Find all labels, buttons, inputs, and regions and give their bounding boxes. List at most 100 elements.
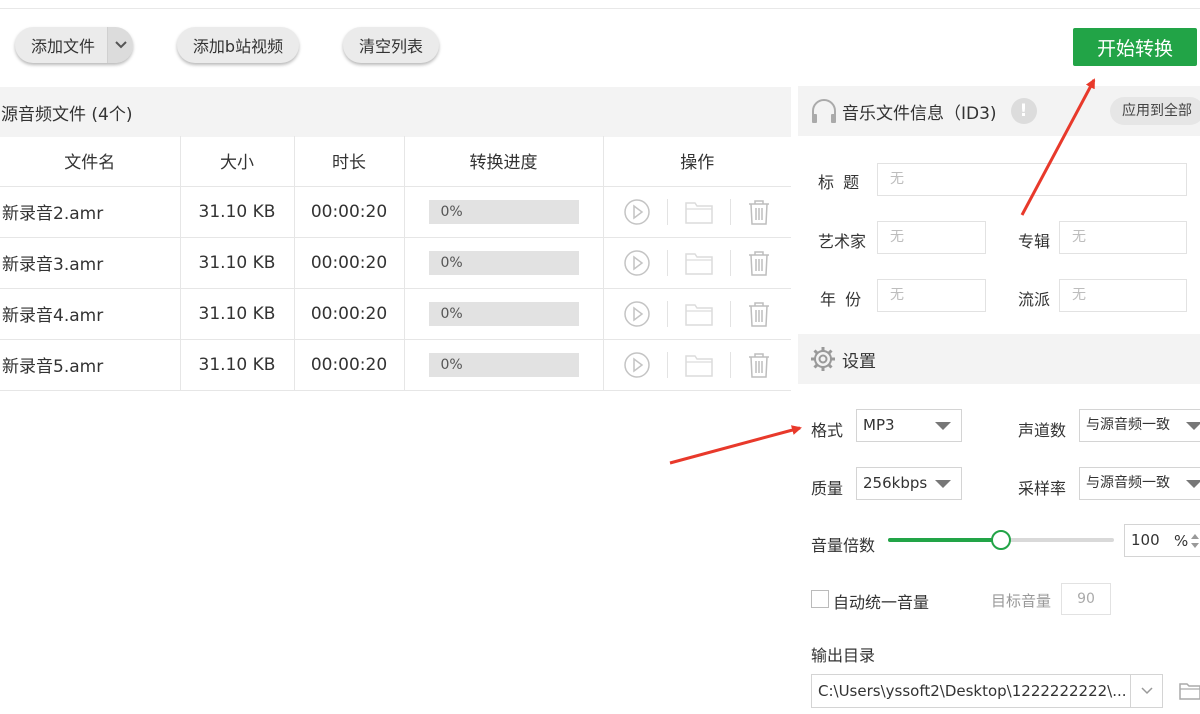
- column-header-size: 大小: [180, 136, 295, 187]
- column-header-name: 文件名: [0, 136, 181, 187]
- action-divider: [667, 249, 669, 276]
- quality-select[interactable]: 256kbps: [856, 467, 962, 500]
- folder-icon[interactable]: [684, 301, 714, 327]
- dropdown-triangle-icon: [1186, 480, 1200, 488]
- format-label: 格式: [811, 421, 844, 440]
- action-divider: [667, 198, 669, 225]
- trash-icon[interactable]: [747, 198, 771, 226]
- samplerate-value: 与源音频一致: [1086, 475, 1170, 491]
- output-dir-path: C:\Users\yssoft2\Desktop\1222222222\...: [818, 682, 1127, 700]
- start-convert-button[interactable]: 开始转换: [1073, 28, 1197, 66]
- volume-slider-track[interactable]: [888, 530, 1114, 550]
- open-folder-icon[interactable]: [1178, 678, 1200, 702]
- trash-icon[interactable]: [747, 249, 771, 277]
- samplerate-label: 采样率: [1018, 479, 1067, 498]
- table-row[interactable]: 新录音4.amr 31.10 KB 00:00:20 0%: [0, 288, 791, 340]
- table-row[interactable]: 新录音2.amr 31.10 KB 00:00:20 0%: [0, 186, 791, 238]
- action-divider: [667, 351, 669, 378]
- add-file-label: 添加文件: [31, 37, 96, 56]
- add-bilibili-button[interactable]: 添加b站视频: [177, 27, 299, 63]
- dropdown-triangle-icon: [935, 422, 951, 430]
- file-duration-cell: 00:00:20: [294, 237, 405, 289]
- genre-label: 流派: [1018, 290, 1051, 309]
- genre-field[interactable]: 无: [1059, 279, 1187, 312]
- year-field[interactable]: 无: [877, 279, 986, 312]
- file-duration-cell: 00:00:20: [294, 186, 405, 238]
- settings-panel-header: 设置: [798, 334, 1200, 384]
- add-bilibili-label: 添加b站视频: [192, 37, 284, 56]
- play-icon[interactable]: [623, 198, 651, 226]
- chevron-down-icon: [114, 41, 127, 49]
- action-divider: [730, 351, 732, 378]
- file-actions-cell: [603, 237, 791, 289]
- auto-volume-checkbox[interactable]: [811, 590, 829, 608]
- gear-icon: [811, 347, 835, 371]
- play-icon[interactable]: [623, 300, 651, 328]
- target-volume-input[interactable]: 90: [1061, 583, 1111, 615]
- column-header-actions: 操作: [603, 136, 791, 187]
- file-panel-title: 源音频文件 (4个): [1, 104, 133, 125]
- info-icon[interactable]: !: [1010, 98, 1037, 124]
- target-volume-label: 目标音量: [991, 592, 1052, 610]
- add-file-button[interactable]: 添加文件: [15, 27, 133, 63]
- volume-value: 100: [1131, 531, 1160, 549]
- table-header-row: 文件名 大小 时长 转换进度 操作: [0, 136, 791, 187]
- file-size-cell: 31.10 KB: [180, 339, 295, 391]
- trash-icon[interactable]: [747, 351, 771, 379]
- file-table: 文件名 大小 时长 转换进度 操作 新录音2.amr 31.10 KB 00:00:…: [0, 136, 791, 391]
- settings-title: 设置: [842, 351, 876, 372]
- samplerate-select[interactable]: 与源音频一致: [1079, 467, 1200, 500]
- play-icon[interactable]: [623, 249, 651, 277]
- play-icon[interactable]: [623, 351, 651, 379]
- file-actions-cell: [603, 339, 791, 391]
- column-header-progress: 转换进度: [404, 136, 604, 187]
- progress-bar: 0%: [428, 250, 579, 275]
- format-select[interactable]: MP3: [856, 409, 962, 442]
- title-field[interactable]: 无: [877, 163, 1187, 196]
- album-label: 专辑: [1018, 232, 1051, 251]
- folder-icon[interactable]: [684, 250, 714, 276]
- add-file-dropdown[interactable]: [107, 27, 133, 63]
- annotation-arrow-format: [669, 425, 802, 465]
- file-size-cell: 31.10 KB: [180, 186, 295, 238]
- file-size-cell: 31.10 KB: [180, 237, 295, 289]
- format-value: MP3: [863, 416, 895, 434]
- action-divider: [730, 198, 732, 225]
- dropdown-triangle-icon: [935, 480, 951, 488]
- folder-icon[interactable]: [684, 352, 714, 378]
- artist-field[interactable]: 无: [877, 221, 986, 254]
- channel-select[interactable]: 与源音频一致: [1079, 409, 1200, 442]
- clear-list-label: 清空列表: [358, 37, 423, 56]
- id3-panel-title: 音乐文件信息（ID3): [842, 103, 997, 124]
- file-size-cell: 31.10 KB: [180, 288, 295, 340]
- file-name-cell: 新录音4.amr: [0, 288, 181, 340]
- table-row[interactable]: 新录音3.amr 31.10 KB 00:00:20 0%: [0, 237, 791, 289]
- chevron-down-icon: [1140, 687, 1153, 695]
- headphones-icon: [812, 99, 836, 123]
- file-name-cell: 新录音5.amr: [0, 339, 181, 391]
- start-convert-label: 开始转换: [1096, 37, 1173, 60]
- folder-icon[interactable]: [684, 199, 714, 225]
- table-row[interactable]: 新录音5.amr 31.10 KB 00:00:20 0%: [0, 339, 791, 391]
- file-progress-cell: 0%: [404, 288, 604, 340]
- output-dir-select[interactable]: C:\Users\yssoft2\Desktop\1222222222\...: [811, 674, 1163, 708]
- action-divider: [730, 300, 732, 327]
- title-label: 标 题: [818, 173, 862, 192]
- file-panel-header: 源音频文件 (4个): [0, 87, 791, 137]
- action-divider: [730, 249, 732, 276]
- file-progress-cell: 0%: [404, 186, 604, 238]
- apply-to-all-button[interactable]: 应用到全部: [1110, 97, 1200, 125]
- volume-slider-handle[interactable]: [991, 530, 1011, 550]
- output-dir-dropdown[interactable]: [1130, 675, 1162, 707]
- trash-icon[interactable]: [747, 300, 771, 328]
- file-actions-cell: [603, 288, 791, 340]
- volume-input[interactable]: 100 %: [1124, 524, 1200, 557]
- artist-label: 艺术家: [818, 232, 867, 251]
- clear-list-button[interactable]: 清空列表: [343, 27, 439, 63]
- progress-bar: 0%: [428, 352, 579, 377]
- stepper-arrows-icon[interactable]: [1190, 531, 1200, 551]
- file-progress-cell: 0%: [404, 339, 604, 391]
- file-duration-cell: 00:00:20: [294, 339, 405, 391]
- album-field[interactable]: 无: [1059, 221, 1187, 254]
- year-label: 年 份: [820, 290, 864, 309]
